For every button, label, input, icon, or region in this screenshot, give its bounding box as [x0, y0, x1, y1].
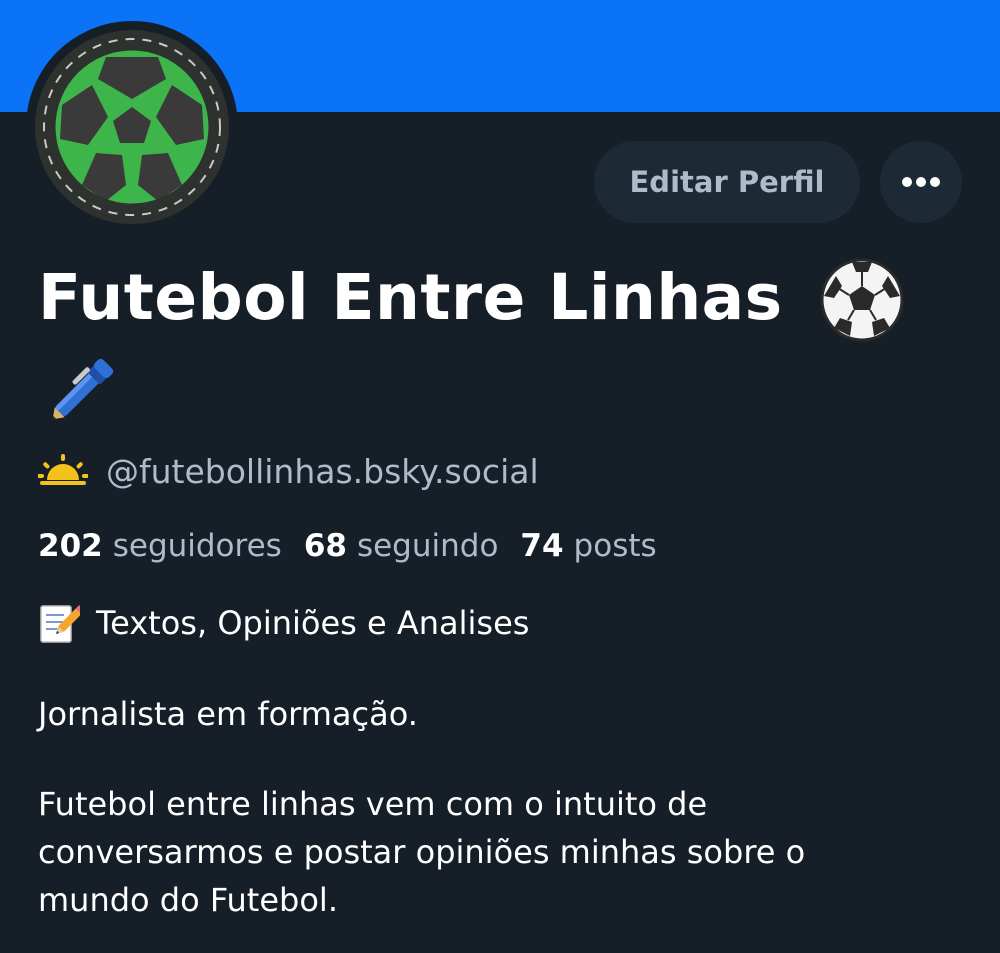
- bio-line-4: conversarmos e postar opiniões minhas so…: [38, 833, 806, 871]
- following-label[interactable]: seguindo: [357, 528, 498, 564]
- handle[interactable]: @futebollinhas.bsky.social: [106, 452, 539, 491]
- posts-count: 74: [520, 528, 564, 564]
- bio-tagline: Textos, Opiniões e Analises: [96, 604, 530, 642]
- following-count[interactable]: 68: [304, 528, 347, 564]
- more-options-button[interactable]: [880, 141, 962, 223]
- soccer-ball-icon: [818, 256, 906, 348]
- soccer-ball-avatar-icon: [29, 24, 235, 230]
- bio-line-1: Textos, Opiniões e Analises: [38, 598, 529, 648]
- pen-icon: [40, 346, 126, 436]
- memo-icon: [40, 605, 80, 643]
- profile-page: Editar Perfil Futebol Entre Linhas @fute…: [0, 0, 1000, 953]
- display-name: Futebol Entre Linhas: [38, 261, 783, 334]
- posts-label: posts: [573, 528, 657, 564]
- followers-count[interactable]: 202: [38, 528, 103, 564]
- bio-line-5: mundo do Futebol.: [38, 881, 338, 919]
- followers-label[interactable]: seguidores: [113, 528, 282, 564]
- avatar[interactable]: [26, 21, 238, 233]
- bio-line-2: Jornalista em formação.: [38, 695, 418, 733]
- sunrise-icon: [38, 454, 88, 485]
- ellipsis-icon: [902, 177, 940, 187]
- edit-profile-button[interactable]: Editar Perfil: [594, 141, 860, 223]
- bio-line-3: Futebol entre linhas vem com o intuito d…: [38, 785, 708, 823]
- profile-stats: 202 seguidores 68 seguindo 74 posts: [38, 522, 679, 570]
- handle-row: @futebollinhas.bsky.social: [38, 446, 539, 496]
